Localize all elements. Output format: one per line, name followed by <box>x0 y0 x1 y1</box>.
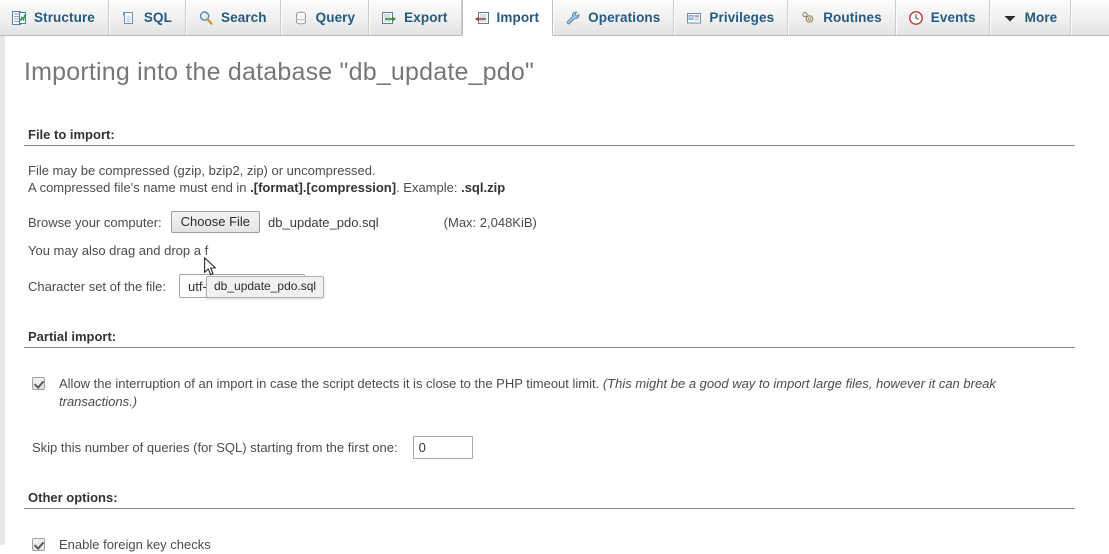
skip-queries-row: Skip this number of queries (for SQL) st… <box>11 436 1109 459</box>
allow-interruption-checkbox[interactable] <box>32 377 45 390</box>
structure-icon <box>11 10 27 26</box>
routines-icon <box>800 10 816 26</box>
tab-label: Search <box>220 10 267 25</box>
file-note-line-1: File may be compressed (gzip, bzip2, zip… <box>28 163 376 178</box>
drag-and-drop-label: You may also drag and drop a f <box>28 243 209 258</box>
partial-import-heading: Partial import: <box>24 329 1075 348</box>
allow-interruption-text: Allow the interruption of an import in c… <box>59 376 603 391</box>
sql-icon <box>121 10 137 26</box>
file-note-example-token: .sql.zip <box>461 179 506 195</box>
charset-label: Character set of the file: <box>28 278 167 294</box>
allow-interruption-row: Allow the interruption of an import in c… <box>11 375 1109 411</box>
import-icon <box>474 10 490 26</box>
file-note-prefix: A compressed file's name must end in <box>28 179 251 195</box>
export-icon <box>381 10 397 26</box>
tab-label: SQL <box>143 10 172 25</box>
allow-interruption-label: Allow the interruption of an import in c… <box>59 375 1071 411</box>
drag-and-drop-row: You may also drag and drop a f <box>11 243 1109 258</box>
tab-sql[interactable]: SQL <box>108 0 186 35</box>
tab-events[interactable]: Events <box>895 0 990 35</box>
foreign-key-checks-row: Enable foreign key checks <box>11 536 1109 554</box>
tab-more[interactable]: More <box>989 0 1072 35</box>
choose-file-button[interactable]: Choose File <box>170 211 261 233</box>
file-chooser[interactable]: Choose File db_update_pdo.sql <box>170 211 379 233</box>
tab-import[interactable]: Import <box>461 0 554 36</box>
browse-label: Browse your computer: <box>28 214 162 230</box>
tab-structure[interactable]: Structure <box>0 0 109 35</box>
tab-search[interactable]: Search <box>185 0 281 35</box>
file-note-format-token: .[format].[compression] <box>250 179 397 195</box>
privileges-icon <box>686 10 702 26</box>
tab-routines[interactable]: Routines <box>788 0 896 35</box>
tab-bar-filler <box>1071 0 1109 35</box>
file-to-import-heading: File to import: <box>24 127 1075 146</box>
foreign-key-checks-label: Enable foreign key checks <box>59 537 211 552</box>
wrench-icon <box>565 10 581 26</box>
chevron-down-icon <box>1002 10 1018 26</box>
tab-label: Routines <box>823 10 882 25</box>
search-icon <box>198 10 214 26</box>
tab-query[interactable]: Query <box>280 0 370 35</box>
max-upload-size: (Max: 2,048KiB) <box>443 214 537 230</box>
skip-queries-input[interactable] <box>412 436 473 459</box>
query-icon <box>293 10 309 26</box>
file-note-middle: . Example: <box>396 179 462 195</box>
tab-label: More <box>1024 10 1058 25</box>
tab-label: Query <box>315 10 356 25</box>
page-content: Importing into the database "db_update_p… <box>0 36 1109 552</box>
file-note-line-2: A compressed file's name must end in .[f… <box>28 180 1109 197</box>
tab-export[interactable]: Export <box>369 0 462 35</box>
tab-privileges[interactable]: Privileges <box>674 0 789 35</box>
tab-label: Export <box>404 10 448 25</box>
tab-label: Import <box>496 10 540 25</box>
tab-label: Operations <box>588 10 661 25</box>
main-tab-bar: Structure SQL Search Query Export Import… <box>0 0 1109 36</box>
tab-operations[interactable]: Operations <box>553 0 675 35</box>
file-format-notes: File may be compressed (gzip, bzip2, zip… <box>11 146 1109 196</box>
skip-queries-label: Skip this number of queries (for SQL) st… <box>32 440 398 455</box>
selected-file-name: db_update_pdo.sql <box>268 214 379 230</box>
browse-file-row: Browse your computer: Choose File db_upd… <box>11 211 1109 233</box>
page-title: Importing into the database "db_update_p… <box>24 58 535 86</box>
tab-label: Privileges <box>709 10 775 25</box>
clock-icon <box>908 10 924 26</box>
tab-label: Events <box>930 10 976 25</box>
other-options-heading: Other options: <box>24 490 1075 509</box>
charset-row: Character set of the file: utf-8 <box>11 274 1109 298</box>
file-name-tooltip: db_update_pdo.sql <box>206 276 325 298</box>
tab-label: Structure <box>34 10 95 25</box>
